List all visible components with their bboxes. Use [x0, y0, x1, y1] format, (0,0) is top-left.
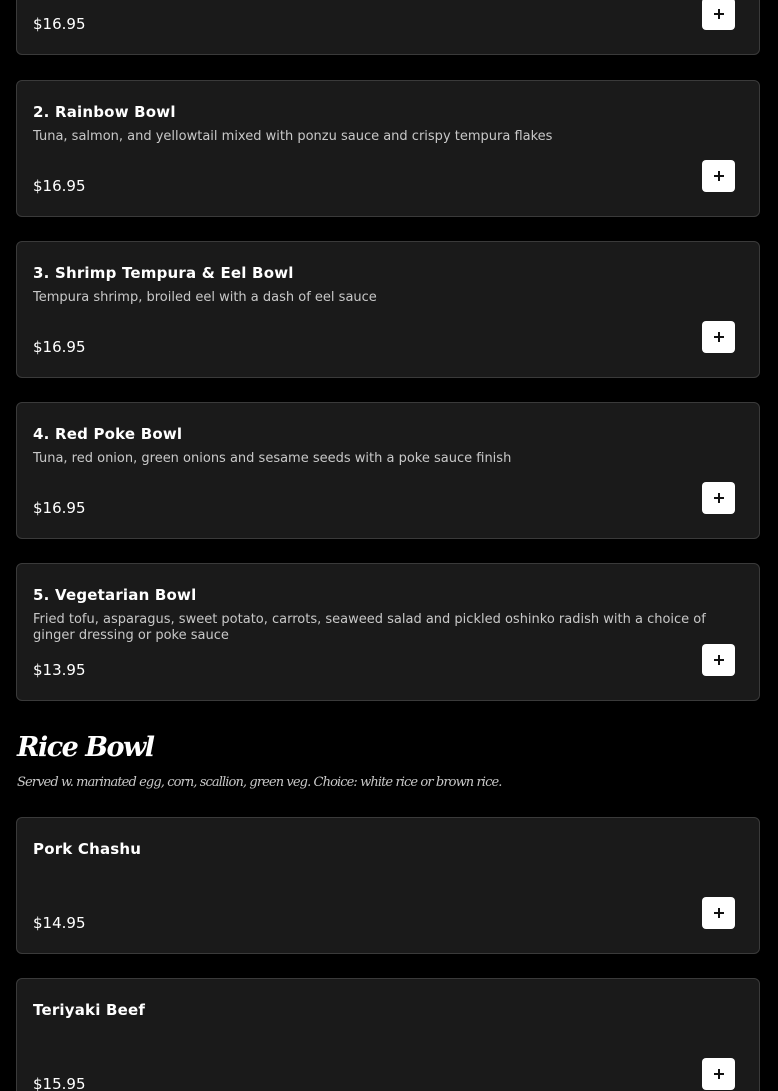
item-description: Tempura shrimp, broiled eel with a dash … [33, 290, 377, 305]
item-price: $16.95 [33, 499, 86, 517]
add-to-cart-button[interactable] [702, 321, 735, 353]
add-to-cart-button[interactable] [702, 897, 735, 929]
add-to-cart-button[interactable] [702, 0, 735, 30]
menu-item-card[interactable]: 5. Vegetarian Bowl Fried tofu, asparagus… [16, 563, 760, 701]
item-description: Tuna, salmon, and yellowtail mixed with … [33, 129, 553, 144]
menu-item-card[interactable]: 2. Rainbow Bowl Tuna, salmon, and yellow… [16, 80, 760, 217]
menu-item-card[interactable]: 3. Shrimp Tempura & Eel Bowl Tempura shr… [16, 241, 760, 378]
menu-item-card[interactable]: 4. Red Poke Bowl Tuna, red onion, green … [16, 402, 760, 539]
add-to-cart-button[interactable] [702, 160, 735, 192]
item-description: Fried tofu, asparagus, sweet potato, car… [33, 612, 706, 643]
item-name: 5. Vegetarian Bowl [33, 586, 197, 604]
item-name: 2. Rainbow Bowl [33, 103, 176, 121]
item-name: Pork Chashu [33, 840, 142, 858]
add-to-cart-button[interactable] [702, 482, 735, 514]
plus-icon [713, 1069, 724, 1079]
plus-icon [713, 493, 724, 503]
item-price: $16.95 [33, 15, 86, 33]
item-price: $15.95 [33, 1075, 86, 1091]
item-name: Teriyaki Beef [33, 1001, 146, 1019]
plus-icon [713, 9, 724, 19]
plus-icon [713, 332, 724, 342]
menu-item-card[interactable]: Pork Chashu $14.95 [16, 817, 760, 954]
item-name: 3. Shrimp Tempura & Eel Bowl [33, 264, 294, 282]
section-subtitle: Served w. marinated egg, corn, scallion,… [17, 775, 502, 790]
menu-item-card[interactable]: Teriyaki Beef $15.95 [16, 978, 760, 1091]
item-price: $16.95 [33, 338, 86, 356]
plus-icon [713, 655, 724, 665]
item-name: 4. Red Poke Bowl [33, 425, 183, 443]
item-price: $13.95 [33, 661, 86, 679]
plus-icon [713, 171, 724, 181]
plus-icon [713, 908, 724, 918]
menu-item-card[interactable]: $16.95 [16, 0, 760, 55]
item-description: Tuna, red onion, green onions and sesame… [33, 451, 512, 466]
item-price: $14.95 [33, 914, 86, 932]
add-to-cart-button[interactable] [702, 1058, 735, 1090]
section-title: Rice Bowl [17, 732, 155, 763]
item-price: $16.95 [33, 177, 86, 195]
add-to-cart-button[interactable] [702, 644, 735, 676]
